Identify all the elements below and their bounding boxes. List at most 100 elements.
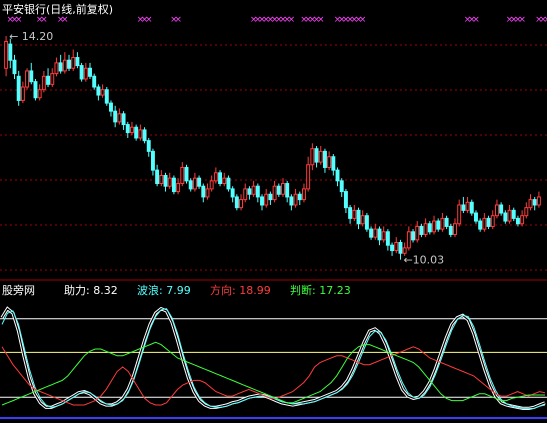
candle-body <box>306 164 311 190</box>
candle-body <box>251 185 256 195</box>
signal-marker: × <box>518 15 526 25</box>
candle-body <box>62 59 67 72</box>
candle-body <box>385 231 390 246</box>
candle-body <box>188 180 193 190</box>
candle-body <box>272 185 277 201</box>
candle-body <box>297 193 302 201</box>
candle-body <box>423 223 428 235</box>
candle-body <box>486 217 491 227</box>
high-annotation: ← 14.20 <box>9 30 53 43</box>
candle-body <box>415 225 420 241</box>
candle-body <box>83 67 88 80</box>
candle-body <box>276 185 281 195</box>
chart-stage: × × × × × × × × × × × × × × × × × × × × × × × × × × × × × × × × × × × × × × × ×… <box>0 0 547 423</box>
candle-body <box>155 169 160 185</box>
signal-marker: × <box>288 15 296 25</box>
candle-body <box>205 188 210 198</box>
candle-body <box>411 231 416 241</box>
candle-body <box>264 193 269 206</box>
candle-body <box>457 204 462 225</box>
candle-body <box>184 166 189 182</box>
candle-body <box>109 102 113 112</box>
candle-body <box>478 220 483 230</box>
candle-body <box>373 228 378 238</box>
candle-body <box>394 242 399 252</box>
candle-body <box>440 217 445 230</box>
candle-body <box>213 172 218 182</box>
candle-body <box>16 75 21 101</box>
candle-body <box>348 207 353 219</box>
legend-item: 助力: 8.32 <box>64 283 118 297</box>
candle-body <box>327 156 332 168</box>
candle-body <box>58 62 63 72</box>
candle-body <box>88 67 92 77</box>
candle-body <box>4 40 9 69</box>
candle-body <box>180 166 185 185</box>
candle-body <box>234 196 239 209</box>
candle-body <box>499 204 504 214</box>
candle-body <box>507 209 512 222</box>
candle-body <box>171 177 176 193</box>
series-line <box>1 341 545 406</box>
candle-body <box>142 129 147 142</box>
candle-body <box>117 113 122 123</box>
candle-body <box>146 140 151 152</box>
candle-body <box>356 209 361 225</box>
candle-body <box>398 242 403 254</box>
indicator-title: 股旁网 <box>2 283 35 297</box>
candle-body <box>322 150 327 168</box>
candle-body <box>314 148 319 163</box>
candle-body <box>343 191 348 209</box>
candle-body <box>54 62 59 75</box>
candle-body <box>390 244 395 252</box>
candle-body <box>310 148 315 166</box>
indicator-panel <box>0 306 547 419</box>
candle-body <box>520 215 525 225</box>
candlestick-series <box>4 36 541 260</box>
candle-body <box>243 188 248 201</box>
candle-body <box>222 177 227 185</box>
series-line <box>1 308 546 409</box>
candle-body <box>113 110 118 123</box>
candle-body <box>511 209 516 219</box>
candle-body <box>218 172 223 185</box>
candle-body <box>192 177 197 190</box>
series-line <box>1 346 546 406</box>
signal-marker: × <box>317 15 325 25</box>
candle-body <box>331 156 336 171</box>
candle-body <box>453 223 457 235</box>
candle-body <box>318 150 323 163</box>
candle-body <box>482 217 487 230</box>
candle-body <box>163 174 168 187</box>
candle-body <box>226 177 231 190</box>
candle-body <box>150 150 155 171</box>
series-line-outline <box>0 306 546 410</box>
candle-body <box>25 70 30 88</box>
candle-body <box>100 89 105 96</box>
chart-title: 平安银行(日线,前复权) <box>2 2 113 16</box>
legend-item: 波浪: 7.99 <box>137 283 191 297</box>
candle-body <box>176 183 181 193</box>
signal-marker: × <box>472 15 480 25</box>
candle-body <box>528 199 533 209</box>
candle-body <box>79 65 84 80</box>
candle-body <box>377 228 382 241</box>
candle-body <box>41 75 46 91</box>
candle-body <box>339 180 344 193</box>
candle-body <box>490 215 495 227</box>
candle-body <box>138 129 143 139</box>
candle-body <box>532 199 537 206</box>
candle-body <box>289 196 294 206</box>
signal-marker: × <box>61 15 69 25</box>
candle-body <box>436 220 441 230</box>
candle-body <box>503 212 508 222</box>
candle-body <box>474 212 478 222</box>
candle-body <box>8 43 13 61</box>
candle-body <box>96 86 101 96</box>
candle-body <box>352 209 357 219</box>
signal-marker: × <box>40 15 48 25</box>
candle-body <box>494 204 499 217</box>
signal-marker: × <box>174 15 182 25</box>
candle-body <box>134 126 139 139</box>
candle-body <box>427 223 432 233</box>
